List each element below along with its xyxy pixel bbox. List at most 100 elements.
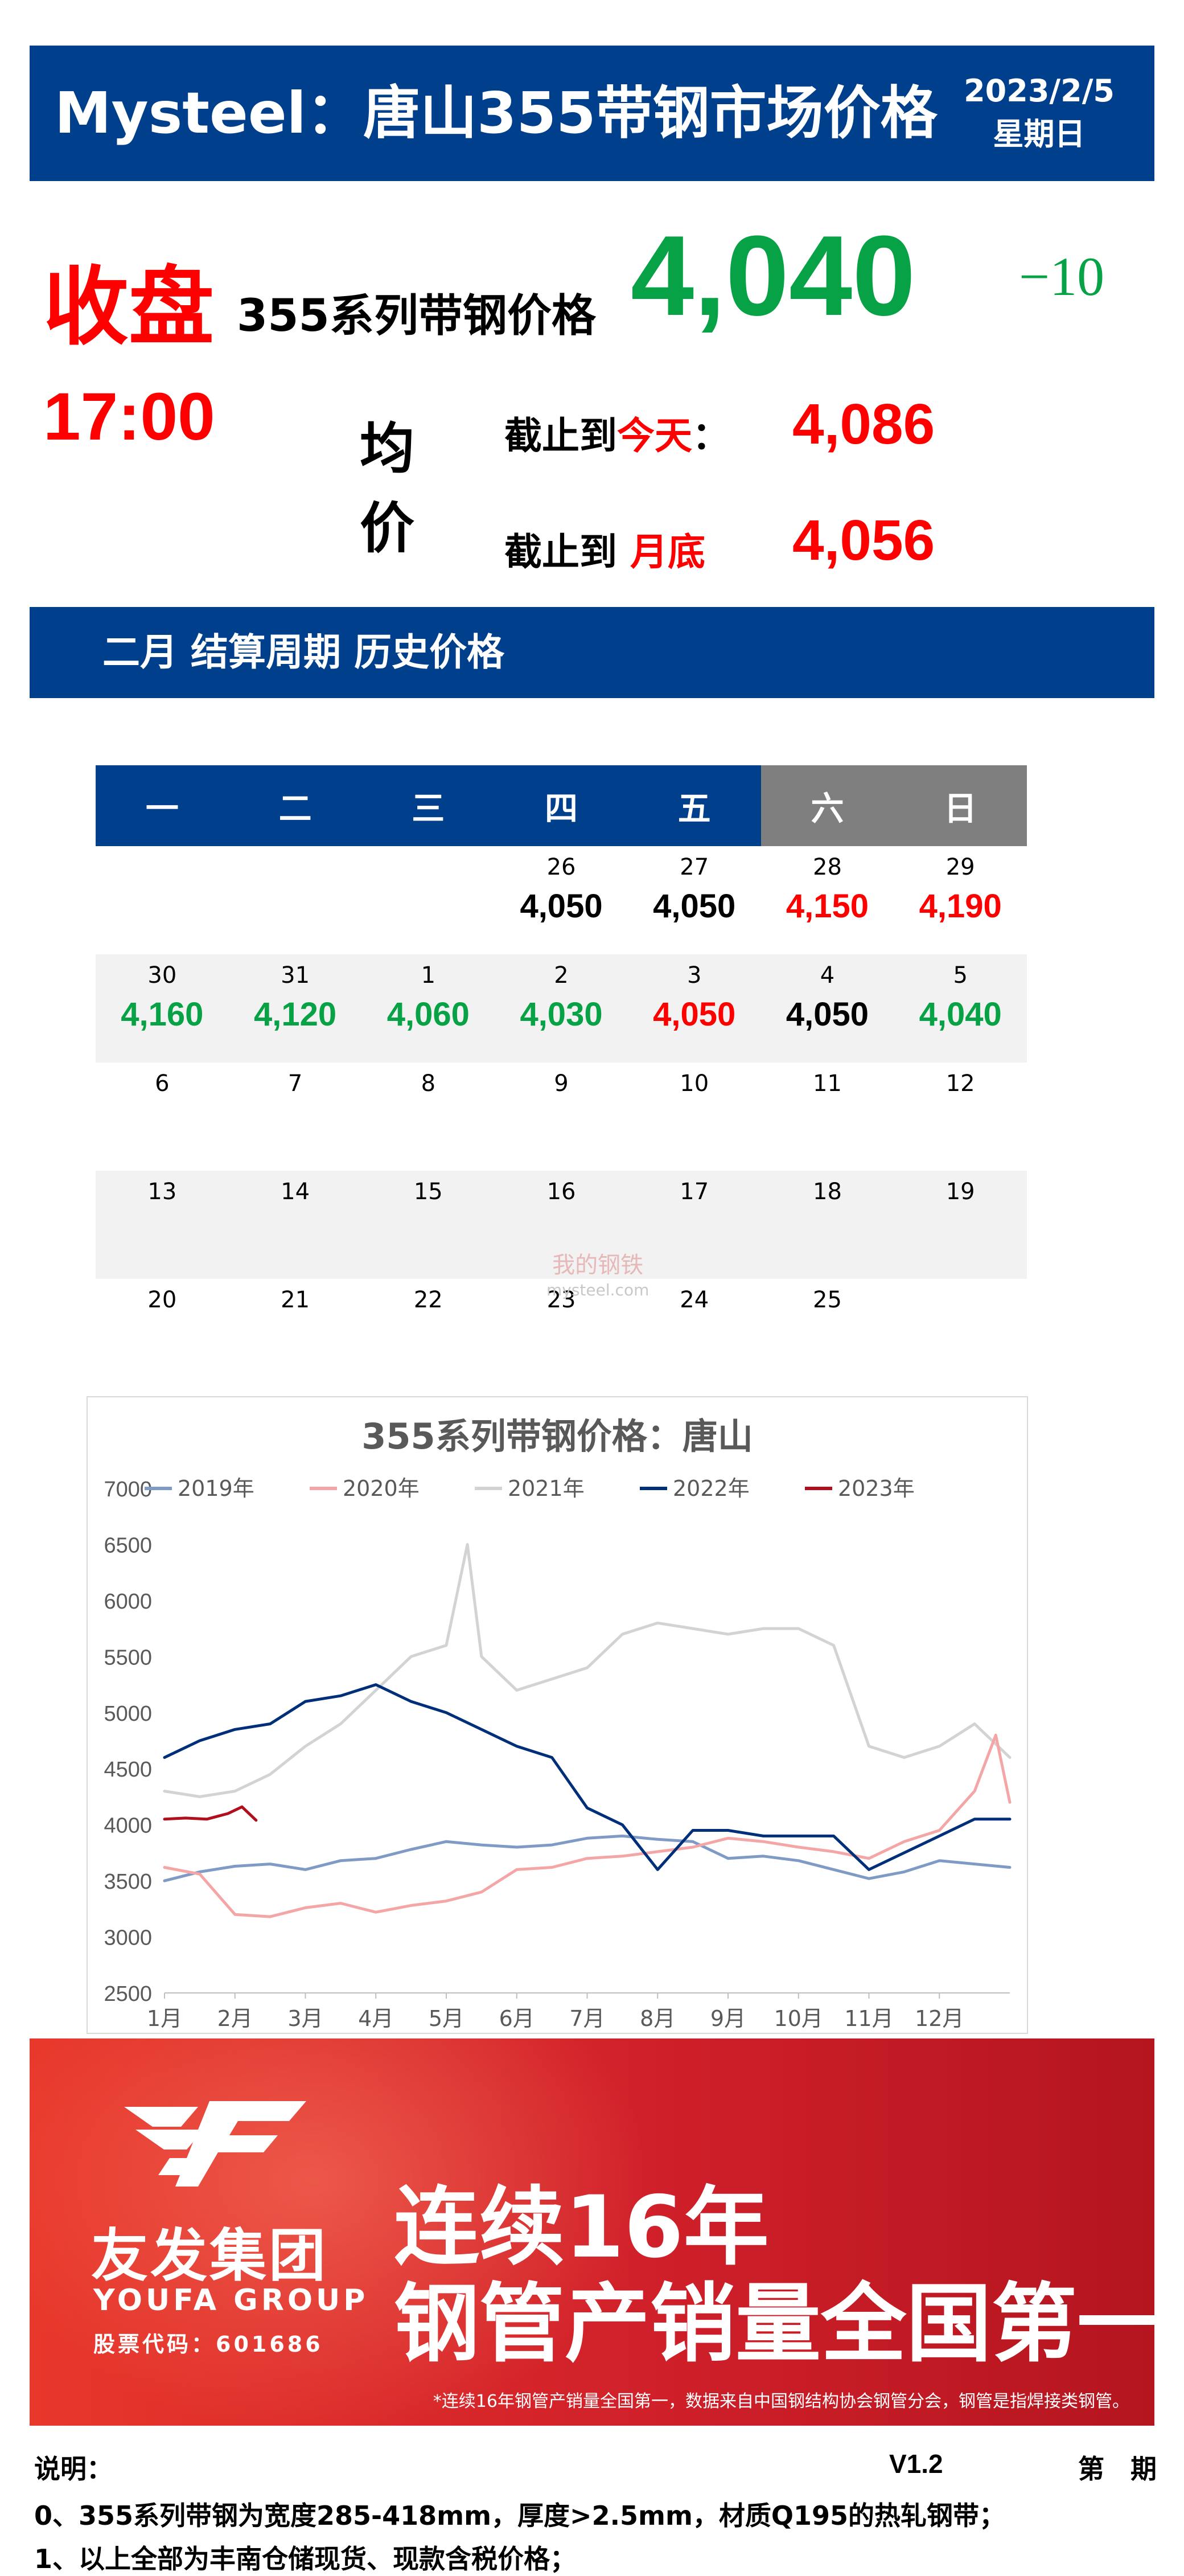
calendar-day-number: 26	[546, 854, 576, 880]
x-tick-label: 7月	[569, 2006, 605, 2031]
calendar-day-number: 16	[546, 1179, 576, 1205]
series-line-2020年	[163, 1733, 1012, 1918]
weekday-sat: 六	[760, 765, 894, 846]
calendar-day-number: 11	[813, 1070, 842, 1097]
legend-label: 2020年	[343, 1476, 420, 1501]
calendar-day-price: 4,050	[786, 996, 869, 1033]
calendar-day-cell: 13	[96, 1171, 229, 1279]
chart-svg: 355系列带钢价格：唐山 2500 3000 3500 4000 4500 5000 550…	[104, 1416, 1012, 2031]
y-tick-label: 3000	[104, 1926, 152, 1950]
calendar-day-number: 21	[281, 1287, 310, 1313]
calendar-day-cell: 27 4,050	[628, 846, 761, 954]
close-time: 17:00	[43, 379, 215, 454]
watermark-sub: mysteel.com	[546, 1281, 649, 1299]
banner-footnote: *连续16年钢管产销量全国第一，数据来自中国钢结构协会钢管分会，钢管是指焊接类钢…	[433, 2392, 1129, 2411]
close-label: 收盘	[43, 258, 215, 357]
calendar-day-cell	[229, 846, 362, 954]
price-change: −10	[1019, 246, 1105, 307]
calendar-day-price: 4,040	[919, 996, 1002, 1033]
calendar-day-number: 29	[945, 854, 975, 880]
calendar-header: 一 二 三 四 五 六 日	[96, 765, 1027, 846]
calendar-week-row: 30 4,160 31 4,120 1 4,060 2 4,030 3 4,050 4 4,050 5 4…	[96, 954, 1027, 1063]
notes-label: 说明：	[34, 2454, 113, 2484]
series-line-2021年	[163, 1543, 1012, 1798]
stock-code: 股票代码：601686	[93, 2332, 323, 2357]
calendar-day-cell: 22	[361, 1279, 495, 1387]
calendar-day-cell: 7	[229, 1063, 362, 1171]
calendar-day-cell: 18	[761, 1171, 894, 1279]
calendar-day-number: 20	[147, 1287, 177, 1313]
calendar-day-number: 7	[287, 1070, 303, 1097]
y-tick-label: 5000	[104, 1702, 152, 1726]
calendar-week-row: 26 4,050 27 4,050 28 4,150 29 4,190	[96, 846, 1027, 954]
x-tick-label: 10月	[774, 2006, 823, 2031]
calendar-day-price: 4,030	[520, 996, 603, 1033]
ad-banner[interactable]: 友发集团 YOUFA GROUP 股票代码：601686 连续16年 钢管产销量…	[30, 2038, 1154, 2426]
x-tick-label: 6月	[499, 2006, 535, 2031]
y-tick-label: 4500	[104, 1758, 152, 1782]
logo-en: YOUFA GROUP	[93, 2283, 369, 2317]
legend-label: 2019年	[178, 1476, 254, 1501]
x-tick-label: 5月	[429, 2006, 464, 2031]
calendar-day-number: 15	[413, 1179, 443, 1205]
calendar-day-cell	[361, 846, 495, 954]
calendar-day-number: 14	[281, 1179, 310, 1205]
weekday-tue: 二	[228, 765, 362, 846]
calendar-day-cell: 25	[761, 1279, 894, 1387]
calendar-day-number: 5	[953, 962, 968, 988]
calendar-day-cell	[96, 846, 229, 954]
youfa-logo-icon	[124, 2101, 306, 2187]
y-tick-label: 3500	[104, 1870, 152, 1894]
avg-today-word: 今天	[617, 414, 692, 458]
avg-today-colon: ：	[692, 414, 730, 458]
note-1: 1、以上全部为丰南仓储现货、现款含税价格；	[34, 2544, 577, 2574]
calendar-day-cell: 8	[361, 1063, 495, 1171]
calendar-day-number: 8	[421, 1070, 436, 1097]
calendar-week-row: 6 7 8 9 10 11 12	[96, 1063, 1027, 1171]
calendar-day-cell: 11	[761, 1063, 894, 1171]
calendar-day-number: 17	[680, 1179, 709, 1205]
y-tick-label: 2500	[104, 1982, 152, 2006]
x-tick-label: 2月	[217, 2006, 253, 2031]
x-tick-label: 4月	[358, 2006, 393, 2031]
avg-label-bottom: 价	[360, 497, 414, 560]
legend-label: 2023年	[838, 1476, 915, 1501]
legend-label: 2021年	[508, 1476, 585, 1501]
weekday-thu: 四	[495, 765, 628, 846]
avg-today-value: 4,086	[792, 392, 935, 456]
calendar-day-cell: 14	[229, 1171, 362, 1279]
calendar-day-number: 9	[554, 1070, 569, 1097]
calendar-day-price: 4,160	[121, 996, 204, 1033]
calendar-day-cell: 10	[628, 1063, 761, 1171]
weekday-mon: 一	[96, 765, 229, 846]
calendar-day-cell: 19	[894, 1171, 1027, 1279]
y-tick-label: 6500	[104, 1533, 152, 1557]
calendar-day-number: 27	[680, 854, 709, 880]
x-tick-label: 1月	[147, 2006, 182, 2031]
calendar-day-cell: 2 4,030	[495, 954, 628, 1063]
avg-month-prefix: 截止到	[504, 530, 617, 574]
chart-title: 355系列带钢价格：唐山	[361, 1416, 753, 1457]
calendar-day-number: 31	[281, 962, 310, 988]
calendar-day-cell: 5 4,040	[894, 954, 1027, 1063]
calendar-day-number: 4	[820, 962, 835, 988]
calendar-day-cell: 15	[361, 1171, 495, 1279]
section-bar: 二月 结算周期 历史价格	[30, 607, 1154, 698]
calendar-day-cell	[894, 1279, 1027, 1387]
header-bar: Mysteel：唐山355带钢市场价格 2023/2/5 星期日	[30, 46, 1154, 181]
avg-month-label: 截止到 月底	[504, 522, 705, 576]
calendar-day-number: 12	[945, 1070, 975, 1097]
calendar-body: 26 4,050 27 4,050 28 4,150 29 4,190 30 4,160 31 4,1…	[96, 846, 1027, 1387]
watermark: 我的钢铁 mysteel.com	[546, 1253, 649, 1303]
header-date: 2023/2/5 星期日	[964, 69, 1115, 156]
x-tick-label: 9月	[710, 2006, 746, 2031]
avg-month-value: 4,056	[792, 508, 935, 572]
x-tick-label: 12月	[915, 2006, 964, 2031]
calendar-day-number: 19	[945, 1179, 975, 1205]
calendar-day-cell: 29 4,190	[894, 846, 1027, 954]
calendar-day-cell: 4 4,050	[761, 954, 894, 1063]
calendar-day-number: 1	[421, 962, 436, 988]
calendar-day-cell: 3 4,050	[628, 954, 761, 1063]
close-price: 4,040	[631, 212, 916, 339]
watermark-text: 我的钢铁	[552, 1252, 644, 1278]
